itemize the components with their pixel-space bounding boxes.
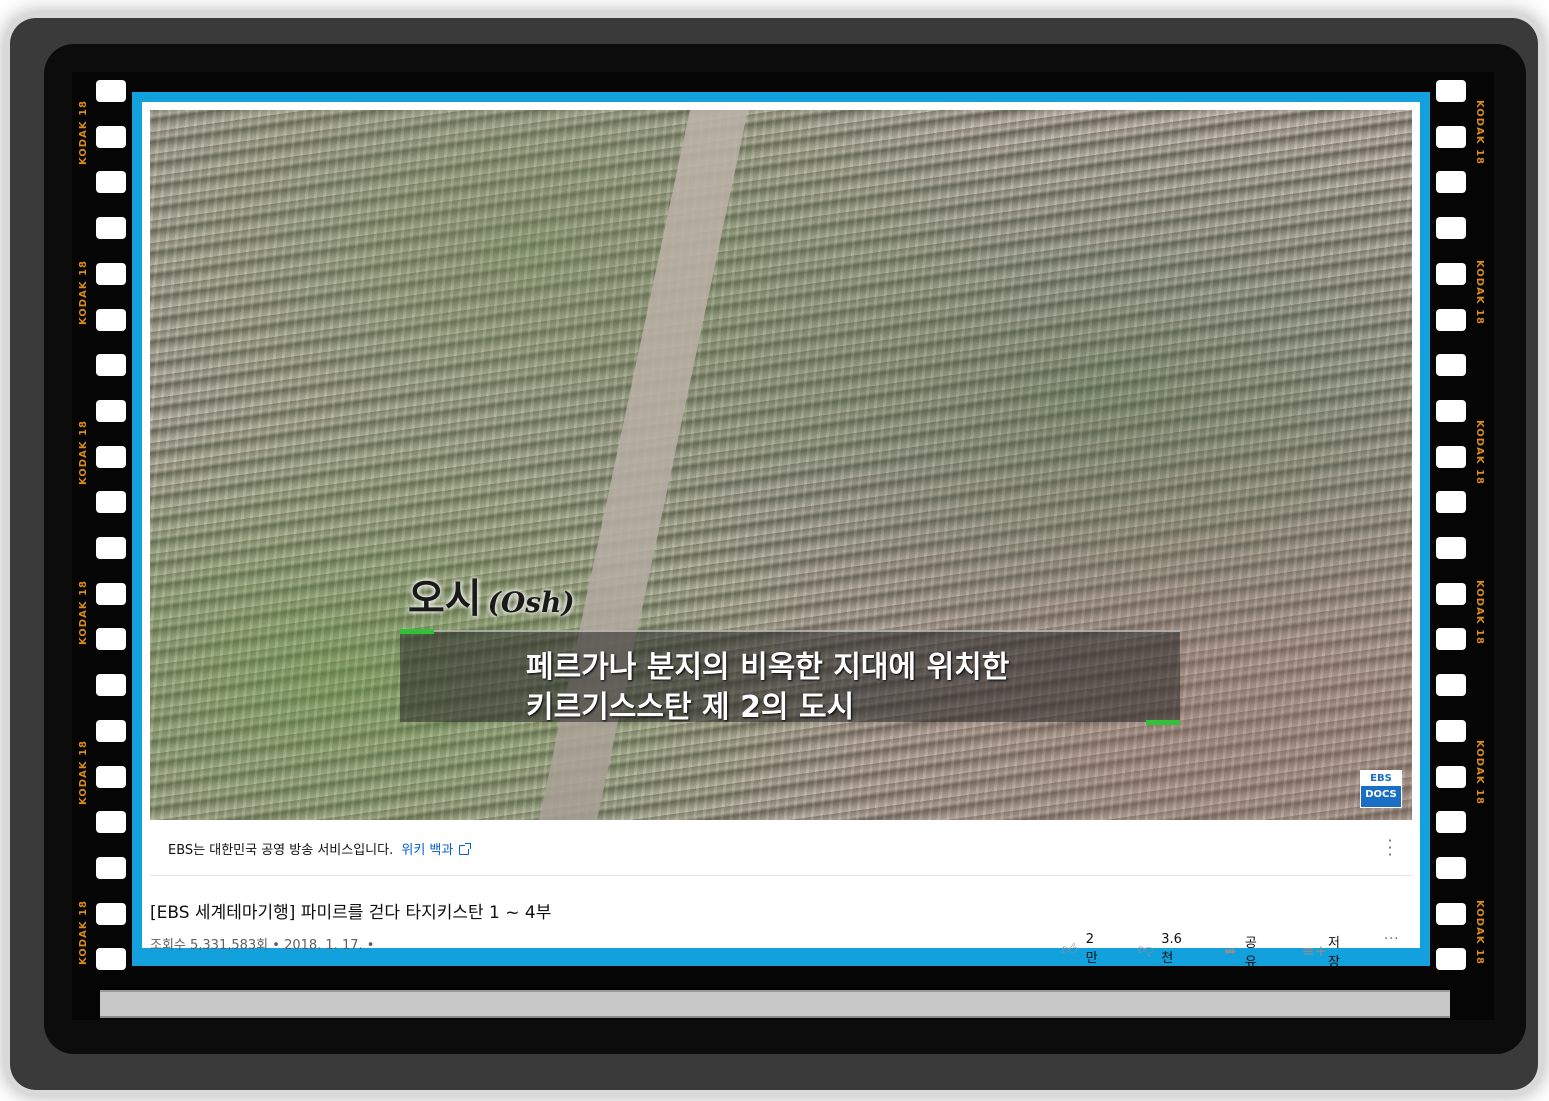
save-button[interactable]: ≡+ 저장 xyxy=(1302,932,1340,970)
save-label: 저장 xyxy=(1328,936,1340,970)
sprocket-hole xyxy=(1436,719,1466,742)
sprocket-hole xyxy=(1436,217,1466,240)
sprocket-hole xyxy=(1436,902,1466,925)
film-edge-mark: KODAK 18 xyxy=(78,260,89,325)
film-edge-mark: KODAK 18 xyxy=(78,420,89,485)
like-button[interactable]: 👍︎ 2만 xyxy=(1062,932,1100,966)
subtitle-accent-left xyxy=(400,629,434,634)
info-panel: EBS는 대한민국 공영 방송 서비스입니다. 위키 백과 · · · xyxy=(150,820,1412,876)
wikipedia-link-label: 위키 백과 xyxy=(401,843,454,858)
sprocket-hole xyxy=(1436,856,1466,879)
subtitle-line-2: 키르기스스탄 제 2의 도시 xyxy=(526,690,855,725)
sprocket-hole xyxy=(96,856,126,879)
sprocket-hole xyxy=(1436,308,1466,331)
place-caption: 오시 (Osh) xyxy=(408,566,575,624)
sprocket-hole xyxy=(96,628,126,651)
share-button[interactable]: ➦ 공유 xyxy=(1224,932,1262,970)
video-meta: 조회수 5,331,583회 • 2018. 1. 17. • xyxy=(150,938,375,953)
sprocket-hole xyxy=(96,719,126,742)
ebs-docs-logo: EBS DOCS xyxy=(1360,770,1402,808)
film-edge-mark: KODAK 18 xyxy=(78,900,89,965)
logo-bottom: DOCS xyxy=(1365,789,1397,800)
film-edge-mark: KODAK 18 xyxy=(78,580,89,645)
sprocket-hole xyxy=(96,125,126,148)
youtube-panel: 오시 (Osh) 페르가나 분지의 비옥한 지대에 위치한 키르기스스탄 제 2의… xyxy=(132,92,1430,970)
film-edge-mark: KODAK 18 xyxy=(78,100,89,165)
thumbs-down-icon: 👎︎ xyxy=(1138,940,1154,958)
film-edge-mark: KODAK 18 xyxy=(1474,420,1485,485)
sprocket-hole xyxy=(96,491,126,514)
external-link-icon xyxy=(459,843,472,855)
film-edge-mark: KODAK 18 xyxy=(1474,580,1485,645)
sprocket-hole xyxy=(96,811,126,834)
share-label: 공유 xyxy=(1244,936,1257,970)
sprocket-hole xyxy=(1436,80,1466,102)
sprocket-hole xyxy=(1436,125,1466,148)
sprocket-hole xyxy=(1436,674,1466,697)
sprocket-hole xyxy=(1436,765,1466,788)
sprocket-hole xyxy=(1436,537,1466,559)
more-actions-button[interactable]: ··· xyxy=(1384,932,1399,947)
sprocket-hole xyxy=(96,948,126,971)
subtitle-box: 페르가나 분지의 비옥한 지대에 위치한 키르기스스탄 제 2의 도시 xyxy=(400,629,1180,725)
info-description: EBS는 대한민국 공영 방송 서비스입니다. xyxy=(168,843,394,858)
subtitle-accent-right xyxy=(1146,720,1180,725)
sprocket-hole xyxy=(96,582,126,605)
video-title: [EBS 세계테마기행] 파미르를 걷다 타지키스탄 1 ~ 4부 xyxy=(150,903,552,923)
wikipedia-link[interactable]: 위키 백과 xyxy=(401,843,472,858)
info-text: EBS는 대한민국 공영 방송 서비스입니다. 위키 백과 xyxy=(168,839,472,858)
more-label: ··· xyxy=(1384,932,1400,947)
sprocket-hole xyxy=(96,445,126,468)
sprocket-hole xyxy=(96,171,126,194)
sprocket-hole xyxy=(1436,948,1466,971)
subtitle-line-1: 페르가나 분지의 비옥한 지대에 위치한 xyxy=(526,650,1010,685)
dislike-button[interactable]: 👎︎ 3.6천 xyxy=(1138,932,1185,966)
sprocket-hole xyxy=(1436,262,1466,285)
like-count: 2만 xyxy=(1085,932,1098,966)
place-name-latin: (Osh) xyxy=(487,586,575,619)
thumbs-up-icon: 👍︎ xyxy=(1062,940,1078,958)
share-icon: ➦ xyxy=(1224,942,1237,960)
film-edge-mark: KODAK 18 xyxy=(1474,100,1485,165)
film-edge-mark: KODAK 18 xyxy=(1474,260,1485,325)
sprocket-hole xyxy=(96,80,126,102)
sprocket-hole xyxy=(1436,399,1466,422)
film-edge-mark: KODAK 18 xyxy=(78,740,89,805)
sprocket-hole xyxy=(96,399,126,422)
sprocket-hole xyxy=(1436,628,1466,651)
sprocket-hole xyxy=(96,354,126,377)
sprocket-hole xyxy=(96,537,126,559)
sprocket-hole xyxy=(1436,811,1466,834)
film-bottom-strip xyxy=(100,990,1450,1018)
playlist-add-icon: ≡+ xyxy=(1302,942,1328,960)
kebab-icon[interactable]: · · · xyxy=(1386,833,1394,863)
place-name: 오시 xyxy=(408,576,482,622)
dislike-count: 3.6천 xyxy=(1161,932,1182,966)
film-edge-mark: KODAK 18 xyxy=(1474,740,1485,805)
sprocket-hole xyxy=(1436,171,1466,194)
sprocket-hole xyxy=(96,902,126,925)
film-edge-mark: KODAK 18 xyxy=(1474,900,1485,965)
sprocket-hole xyxy=(96,765,126,788)
sprocket-hole xyxy=(1436,445,1466,468)
sprocket-hole xyxy=(1436,582,1466,605)
logo-top: EBS xyxy=(1361,771,1401,786)
sprocket-hole xyxy=(96,308,126,331)
sprocket-hole xyxy=(96,217,126,240)
sprocket-hole xyxy=(1436,491,1466,514)
sprocket-hole xyxy=(96,262,126,285)
sprocket-hole xyxy=(96,674,126,697)
video-player[interactable]: 오시 (Osh) 페르가나 분지의 비옥한 지대에 위치한 키르기스스탄 제 2의… xyxy=(150,110,1412,820)
sprocket-hole xyxy=(1436,354,1466,377)
